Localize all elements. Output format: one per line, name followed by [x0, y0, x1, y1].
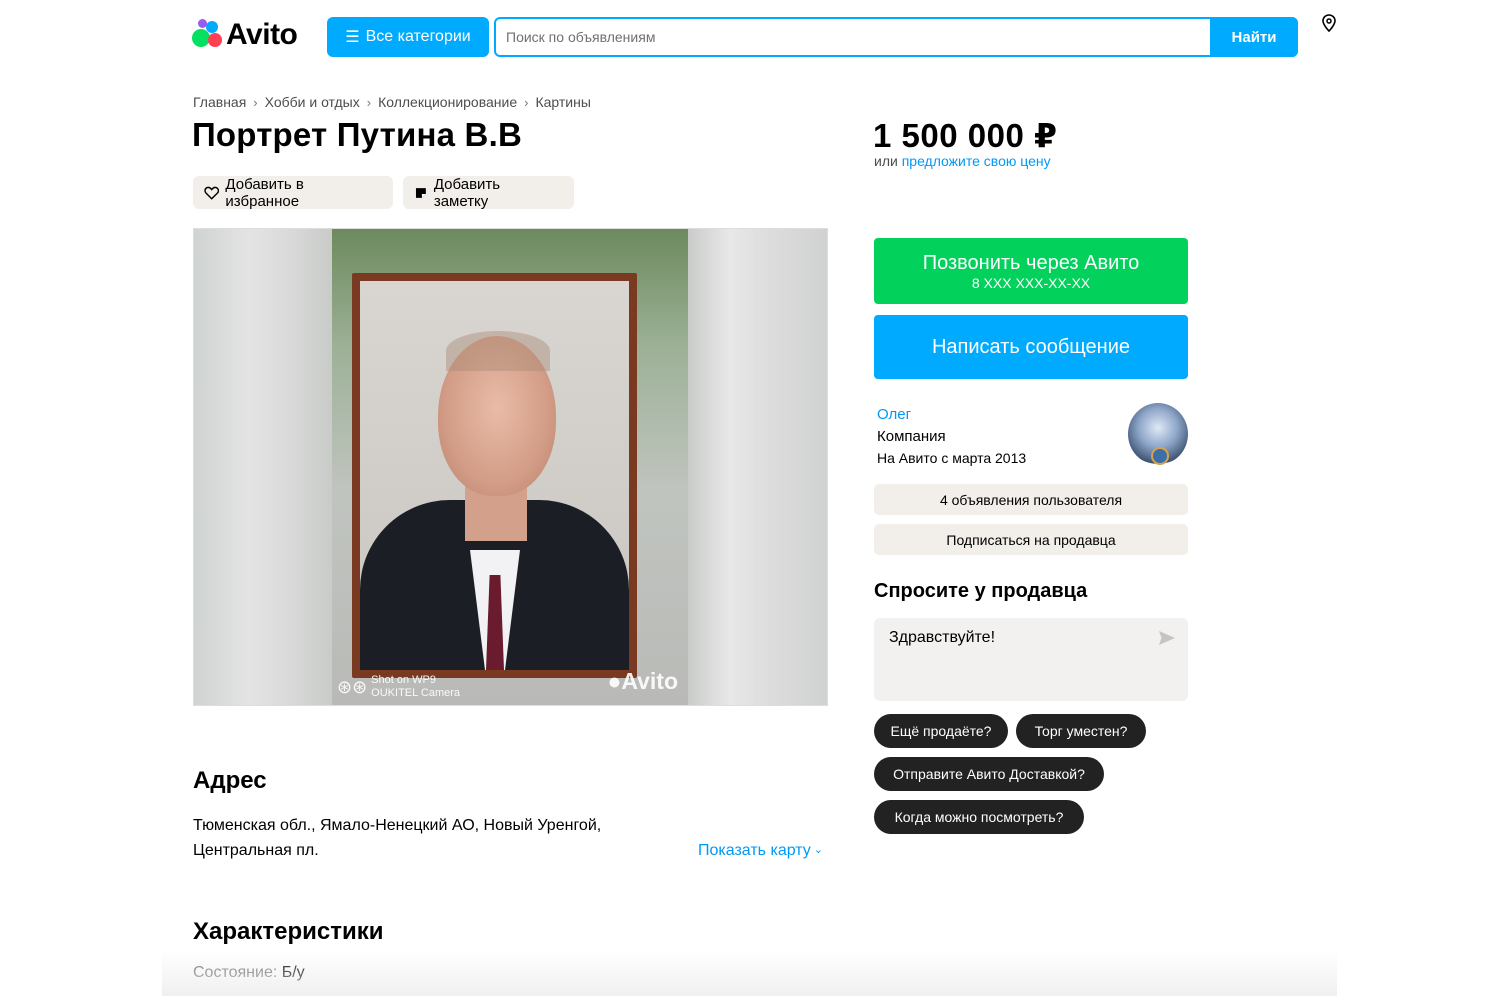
offer-prefix: или: [874, 153, 898, 169]
camera-lens-icon: ⊛⊛: [337, 676, 368, 697]
add-note-button[interactable]: Добавить заметку: [403, 175, 574, 210]
all-categories-label: Все категории: [365, 28, 471, 45]
listing-title: Портрет Путина В.В: [192, 116, 522, 153]
quick-question-still-selling[interactable]: Ещё продаёте?: [874, 714, 1008, 748]
call-button[interactable]: Позвонить через Авито 8 XXX XXX-XX-XX: [874, 238, 1188, 304]
add-to-favorites-label: Добавить в избранное: [225, 175, 304, 210]
photo-main: ⊛⊛ Shot on WP9 OUKITEL Camera ●Avito: [332, 229, 690, 705]
show-map-link[interactable]: Показать карту ⌄: [698, 842, 823, 860]
seller-since: На Авито с марта 2013: [877, 450, 1027, 466]
ask-seller-title: Спросите у продавца: [874, 580, 1088, 602]
subscribe-seller-button[interactable]: Подписаться на продавца: [874, 524, 1188, 555]
listing-photo[interactable]: ⊛⊛ Shot on WP9 OUKITEL Camera ●Avito: [193, 228, 828, 706]
logo-dots-icon: [192, 19, 224, 51]
condition-key: Состояние:: [193, 964, 278, 981]
characteristics-title: Характеристики: [193, 918, 384, 945]
photo-blur-right: [688, 229, 827, 705]
breadcrumb-item-hobby[interactable]: Хобби и отдых: [265, 94, 360, 110]
avito-logo[interactable]: Avito: [192, 18, 298, 52]
condition-value: Б/у: [281, 964, 305, 981]
photo-blur-left: [194, 229, 332, 705]
search-bar: Найти: [494, 17, 1298, 57]
offer-price-line: или предложите свою цену: [874, 153, 1051, 169]
camera-watermark: ⊛⊛ Shot on WP9 OUKITEL Camera: [337, 674, 460, 700]
seller-type: Компания: [877, 428, 946, 445]
offer-price-link[interactable]: предложите свою цену: [902, 153, 1051, 169]
quick-question-delivery[interactable]: Отправите Авито Доставкой?: [874, 757, 1104, 791]
address-title: Адрес: [193, 767, 267, 794]
watermark-line1: Shot on WP9: [371, 674, 436, 686]
watermark-line2: OUKITEL Camera: [371, 687, 461, 699]
address-line2: Центральная пл.: [193, 842, 319, 859]
show-map-label: Показать карту: [698, 842, 811, 859]
address-line1: Тюменская обл., Ямало-Ненецкий АО, Новый…: [193, 817, 602, 834]
call-label: Позвонить через Авито: [922, 251, 1140, 274]
chevron-right-icon: ›: [366, 94, 372, 110]
map-pin-icon[interactable]: [1321, 14, 1337, 32]
avito-watermark: ●Avito: [607, 668, 678, 694]
search-button[interactable]: Найти: [1210, 17, 1298, 57]
seller-avatar[interactable]: [1128, 403, 1188, 465]
all-categories-button[interactable]: ☰ Все категории: [327, 17, 489, 57]
condition-row: Состояние: Б/у: [193, 964, 305, 982]
search-input[interactable]: [496, 19, 1210, 55]
bottom-fade: [162, 950, 1337, 996]
menu-search-icon: ☰: [345, 29, 360, 46]
ask-seller-input[interactable]: Здравствуйте!: [874, 618, 1188, 701]
send-icon[interactable]: [1158, 629, 1176, 647]
add-to-favorites-button[interactable]: Добавить в избранное: [193, 175, 393, 210]
call-phone: 8 XXX XXX-XX-XX: [971, 274, 1091, 291]
breadcrumb-item-paintings[interactable]: Картины: [535, 94, 590, 110]
breadcrumb-item-collecting[interactable]: Коллекционирование: [378, 94, 517, 110]
quick-question-bargain[interactable]: Торг уместен?: [1016, 714, 1146, 748]
seller-ads-button[interactable]: 4 объявления пользователя: [874, 484, 1188, 515]
breadcrumb-item-home[interactable]: Главная: [193, 94, 246, 110]
logo-text: Avito: [226, 18, 298, 51]
write-message-button[interactable]: Написать сообщение: [874, 315, 1188, 379]
chevron-down-icon: ⌄: [813, 843, 823, 856]
ask-seller-box: Здравствуйте!: [874, 618, 1188, 701]
portrait-frame: [352, 273, 637, 678]
add-note-label: Добавить заметку: [433, 175, 501, 210]
seller-name-link[interactable]: Олег: [877, 406, 911, 423]
address-text: Тюменская обл., Ямало-Ненецкий АО, Новый…: [193, 813, 633, 863]
quick-question-viewing[interactable]: Когда можно посмотреть?: [874, 800, 1084, 834]
price: 1 500 000 ₽: [873, 117, 1058, 154]
note-icon: [415, 187, 426, 198]
chevron-right-icon: ›: [253, 94, 258, 110]
chevron-right-icon: ›: [524, 94, 529, 110]
heart-icon: [204, 186, 220, 200]
breadcrumb: Главная › Хобби и отдых › Коллекциониров…: [193, 94, 591, 110]
